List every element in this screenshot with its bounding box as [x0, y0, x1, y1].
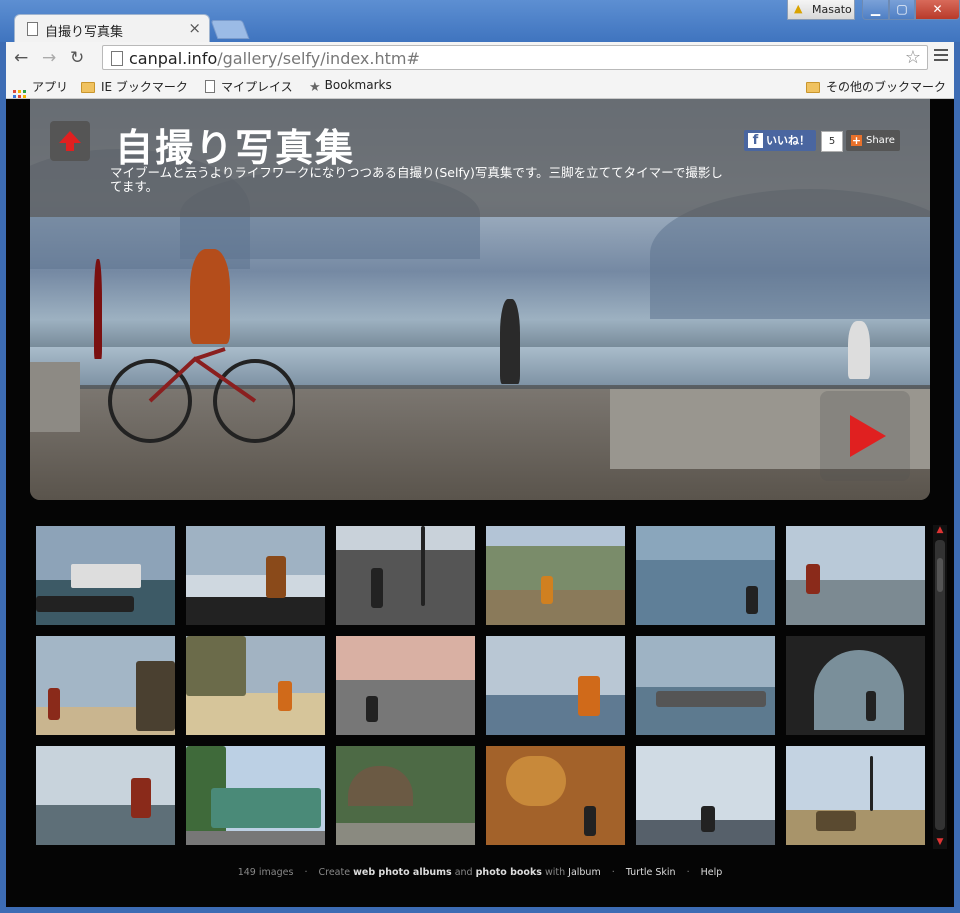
share-button[interactable]: + Share: [846, 130, 900, 151]
jalbum-link[interactable]: Jalbum: [568, 867, 601, 878]
plus-icon: +: [851, 134, 862, 147]
thumbnail[interactable]: [36, 526, 175, 625]
thumbnail[interactable]: [336, 526, 475, 625]
up-button[interactable]: [50, 121, 90, 161]
album-description: マイブームと云うよりライフワークになりつつある自撮り(Selfy)写真集です。三…: [110, 165, 723, 194]
minimize-button[interactable]: ▁: [862, 0, 889, 20]
lighthouse-pole: [94, 259, 102, 359]
browser-toolbar: ← → ↻ canpal.info/gallery/selfy/index.ht…: [6, 42, 954, 74]
thumbnail[interactable]: [186, 746, 325, 845]
page-icon: [111, 51, 123, 66]
photo-books-link[interactable]: photo books: [476, 867, 542, 878]
maximize-button[interactable]: ▢: [889, 0, 915, 20]
facebook-icon: f: [748, 133, 763, 148]
thumbnail[interactable]: [636, 636, 775, 735]
close-window-button[interactable]: ✕: [915, 0, 960, 20]
forward-arrow-icon[interactable]: →: [42, 48, 56, 68]
skin-link[interactable]: Turtle Skin: [626, 867, 676, 878]
pier-wall: [30, 362, 80, 432]
folder-icon: [81, 82, 95, 93]
window-border: [954, 42, 960, 913]
window-border: [0, 907, 960, 913]
thumbnail[interactable]: [636, 526, 775, 625]
help-link[interactable]: Help: [701, 867, 723, 878]
play-icon: [850, 415, 886, 457]
facebook-like-button[interactable]: f いいね！: [744, 130, 816, 151]
thumbnail[interactable]: [336, 746, 475, 845]
thumbnail[interactable]: [486, 746, 625, 845]
back-arrow-icon[interactable]: ←: [14, 48, 28, 68]
fisherman-figure: [500, 299, 520, 384]
web-albums-link[interactable]: web photo albums: [353, 867, 452, 878]
like-count: 5: [821, 131, 843, 152]
thumbnail[interactable]: [186, 636, 325, 735]
url-text[interactable]: canpal.info/gallery/selfy/index.htm#: [129, 49, 420, 68]
image-count: 149 images: [237, 867, 294, 878]
album-title: 自撮り写真集: [115, 126, 356, 170]
thumbnail[interactable]: [786, 746, 925, 845]
seated-fisherman-figure: [848, 321, 870, 379]
user-name: Masato: [812, 3, 852, 16]
thumbnail-grid: [36, 526, 926, 846]
bookmark-other-folder[interactable]: その他のブックマーク: [806, 78, 946, 95]
thumbnail[interactable]: [486, 636, 625, 735]
page-content: 自撮り写真集 マイブームと云うよりライフワークになりつつある自撮り(Selfy)…: [6, 99, 954, 907]
thumbnail[interactable]: [486, 526, 625, 625]
page-icon: [27, 22, 38, 36]
page-icon: [205, 80, 215, 93]
address-bar[interactable]: canpal.info/gallery/selfy/index.htm# ☆: [102, 45, 928, 70]
play-slideshow-button[interactable]: [820, 391, 910, 481]
scroll-thumb[interactable]: [935, 540, 945, 830]
scroll-down-icon[interactable]: ▼: [934, 837, 946, 847]
thumbnail[interactable]: [786, 636, 925, 735]
album-header: 自撮り写真集 マイブームと云うよりライフワークになりつつある自撮り(Selfy)…: [30, 99, 930, 217]
hero-image[interactable]: 自撮り写真集 マイブームと云うよりライフワークになりつつある自撮り(Selfy)…: [30, 99, 930, 500]
bookmark-star-icon[interactable]: ☆: [905, 47, 921, 68]
bookmark-myplace[interactable]: マイプレイス: [205, 78, 293, 95]
footer: 149 images · Create web photo albums and…: [237, 867, 723, 878]
thumbnail[interactable]: [36, 636, 175, 735]
folder-icon: [806, 82, 820, 93]
tab-close-icon[interactable]: ×: [188, 19, 201, 37]
new-tab-button[interactable]: [210, 20, 250, 39]
bookmarks-bar: アプリ IE ブックマーク マイプレイス ★ Bookmarks その他のブックマ…: [6, 74, 954, 103]
cyclist-figure: [190, 249, 230, 344]
browser-tab[interactable]: 自撮り写真集 ×: [14, 14, 210, 42]
thumbnail[interactable]: [636, 746, 775, 845]
tab-title: 自撮り写真集: [45, 25, 124, 40]
scroll-up-icon[interactable]: ▲: [934, 525, 946, 535]
thumbnail[interactable]: [786, 526, 925, 625]
reload-icon[interactable]: ↻: [70, 48, 84, 68]
bookmark-bookmarks[interactable]: ★ Bookmarks: [309, 78, 392, 95]
menu-icon[interactable]: [934, 49, 948, 63]
thumbnail-scrollbar[interactable]: ▲ ▼: [933, 525, 947, 849]
user-badge[interactable]: ▲ Masato: [787, 0, 855, 20]
warning-icon: ▲: [794, 2, 803, 15]
up-arrow-icon: [59, 131, 81, 151]
thumbnail[interactable]: [336, 636, 475, 735]
thumbnail[interactable]: [186, 526, 325, 625]
bicycle-icon: [108, 347, 295, 443]
bookmark-ie-folder[interactable]: IE ブックマーク: [81, 78, 188, 95]
thumbnail[interactable]: [36, 746, 175, 845]
star-icon: ★: [309, 80, 321, 95]
